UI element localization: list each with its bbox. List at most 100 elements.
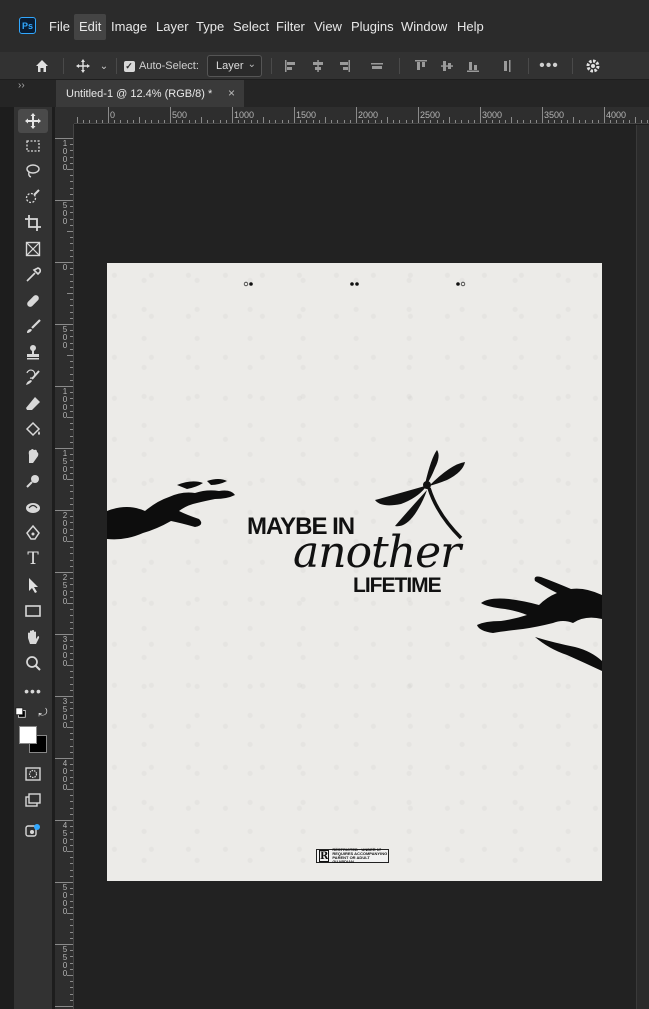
- menu-plugins[interactable]: Plugins: [346, 14, 399, 40]
- poster-title-line-2[interactable]: another: [293, 527, 461, 578]
- distribute-vertical-icon[interactable]: [499, 52, 515, 80]
- ruler-label: 1500: [62, 449, 68, 482]
- separator: [399, 58, 400, 74]
- eyedropper-tool-icon[interactable]: [18, 263, 48, 287]
- menu-filter[interactable]: Filter: [271, 14, 310, 40]
- ruler-tick: [244, 120, 246, 123]
- ruler-tick: [287, 120, 289, 123]
- poster-title-line-3[interactable]: LIFETIME: [353, 574, 442, 598]
- dodge-tool-icon[interactable]: [18, 470, 48, 494]
- zoom-tool-icon[interactable]: [18, 651, 48, 675]
- ruler-tick: [492, 120, 494, 123]
- ruler-tick: [455, 120, 457, 123]
- document-canvas[interactable]: MAYBE IN another LIFETIME R RESTRICTED ·…: [107, 263, 602, 881]
- ruler-tick: [349, 120, 351, 123]
- paint-bucket-icon[interactable]: [18, 418, 48, 442]
- menu-image[interactable]: Image: [106, 14, 152, 40]
- ruler-label: 1500: [296, 110, 317, 120]
- ruler-tick: [529, 120, 531, 123]
- ruler-tick: [256, 120, 258, 123]
- ruler-tick: [176, 120, 178, 123]
- align-left-icon[interactable]: [283, 52, 299, 80]
- ruler-tick: [418, 107, 419, 123]
- menu-layer[interactable]: Layer: [151, 14, 194, 40]
- marquee-tool-icon[interactable]: [18, 134, 48, 158]
- document-tab[interactable]: Untitled-1 @ 12.4% (RGB/8) * ×: [56, 80, 244, 107]
- more-tools-icon[interactable]: •••: [18, 679, 48, 703]
- brush-tool-icon[interactable]: [18, 315, 48, 339]
- quick-select-tool-icon[interactable]: [18, 185, 48, 209]
- ruler-tick: [517, 120, 519, 123]
- layer-select[interactable]: Layer ⌄: [207, 55, 262, 77]
- frame-tool-icon[interactable]: [18, 237, 48, 261]
- lasso-tool-icon[interactable]: [18, 159, 48, 183]
- crop-tool-icon[interactable]: [18, 211, 48, 235]
- healing-brush-icon[interactable]: [18, 289, 48, 313]
- separator: [528, 58, 529, 74]
- align-middle-icon[interactable]: [439, 52, 455, 80]
- screen-mode-icon[interactable]: [18, 788, 48, 812]
- swap-colors-icon[interactable]: ⤾: [36, 705, 50, 721]
- hand-tool-icon[interactable]: [18, 625, 48, 649]
- menu-view[interactable]: View: [309, 14, 347, 40]
- foreground-color-swatch[interactable]: [19, 726, 37, 744]
- ruler-label: 500: [62, 201, 68, 226]
- menu-select[interactable]: Select: [228, 14, 274, 40]
- align-bottom-icon[interactable]: [465, 52, 481, 80]
- vertical-scrollbar[interactable]: [636, 125, 649, 1009]
- menu-file[interactable]: File: [44, 14, 75, 40]
- ruler-tick: [188, 120, 190, 123]
- default-colors-icon[interactable]: [14, 705, 28, 721]
- pen-tool-icon[interactable]: [18, 521, 48, 545]
- ruler-tick: [269, 120, 271, 123]
- ruler-tick: [67, 541, 73, 542]
- smudge-tool-icon[interactable]: [18, 444, 48, 468]
- ruler-tick: [120, 120, 122, 123]
- gear-icon[interactable]: [583, 52, 603, 80]
- more-options-icon[interactable]: •••: [538, 52, 560, 80]
- menu-window[interactable]: Window: [396, 14, 452, 40]
- rectangle-tool-icon[interactable]: [18, 599, 48, 623]
- ruler-tick: [461, 120, 463, 123]
- chevron-down-icon: ⌄: [247, 59, 256, 70]
- ruler-tick: [201, 117, 202, 123]
- align-right-icon[interactable]: [336, 52, 352, 80]
- type-tool-icon[interactable]: T: [18, 547, 48, 571]
- left-hand-illustration: [107, 479, 235, 540]
- ruler-label: 0: [110, 110, 116, 120]
- move-tool-icon[interactable]: [18, 109, 48, 133]
- collapse-panel-icon[interactable]: ››: [18, 80, 25, 91]
- chevron-down-icon[interactable]: ⌄: [97, 52, 111, 80]
- separator: [63, 58, 64, 74]
- align-center-icon[interactable]: [310, 52, 326, 80]
- move-options-icon[interactable]: [72, 52, 94, 80]
- horizontal-ruler[interactable]: 0 500 1000 1500 2000 2500 3000 3500 4000: [74, 107, 649, 124]
- ruler-tick: [628, 120, 630, 123]
- menu-edit[interactable]: Edit: [74, 14, 107, 40]
- ruler-tick: [139, 117, 140, 123]
- separator: [271, 58, 272, 74]
- close-icon[interactable]: ×: [228, 86, 235, 100]
- distribute-icon[interactable]: [369, 52, 385, 80]
- ruler-tick: [263, 117, 264, 123]
- photoshop-logo-icon[interactable]: Ps: [19, 17, 36, 34]
- eraser-tool-icon[interactable]: [18, 392, 48, 416]
- separator: [572, 58, 573, 74]
- align-top-icon[interactable]: [413, 52, 429, 80]
- ruler-tick: [219, 120, 221, 123]
- quick-mask-icon[interactable]: [18, 762, 48, 786]
- ruler-tick: [380, 120, 382, 123]
- history-brush-icon[interactable]: [18, 366, 48, 390]
- burn-tool-icon[interactable]: [18, 496, 48, 520]
- ruler-label: 4000: [606, 110, 627, 120]
- ruler-tick: [132, 120, 134, 123]
- generative-icon[interactable]: [18, 819, 48, 843]
- home-icon[interactable]: [30, 52, 54, 80]
- clone-stamp-icon[interactable]: [18, 340, 48, 364]
- auto-select-checkbox[interactable]: ✓: [123, 52, 135, 80]
- menu-help[interactable]: Help: [452, 14, 489, 40]
- menu-type[interactable]: Type: [191, 14, 229, 40]
- ruler-tick: [67, 913, 73, 914]
- vertical-ruler[interactable]: 1000 500 0 500 1000 1500 2000 2500 3000 3500 4000 4…: [55, 124, 74, 1009]
- path-select-icon[interactable]: [18, 573, 48, 597]
